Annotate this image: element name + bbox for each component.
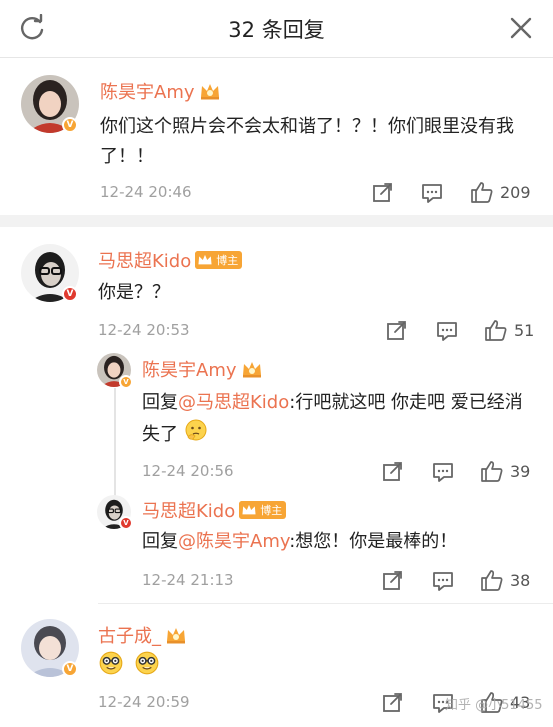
comment-time: 12-24 20:59: [98, 693, 190, 711]
divider: [98, 603, 553, 604]
comment-time: 12-24 20:46: [100, 183, 192, 201]
comment-text: 你是？？: [98, 282, 170, 303]
reply-author[interactable]: 马思超Kido 博主: [142, 497, 287, 523]
nerd-emoji: [134, 650, 160, 686]
like-count: 39: [510, 462, 531, 481]
like-icon[interactable]: [480, 459, 504, 483]
author-name[interactable]: 马思超Kido: [142, 497, 235, 523]
like-count: 209: [500, 183, 531, 202]
blogger-badge: 博主: [239, 501, 287, 519]
watermark: 知乎 @小51455: [445, 698, 543, 713]
section-divider: [0, 215, 553, 227]
mention-link[interactable]: @马思超Kido: [178, 392, 289, 413]
thread-line: [114, 388, 116, 496]
author-name[interactable]: 马思超Kido: [98, 247, 191, 273]
comment-text: [98, 650, 160, 686]
verified-badge-icon: V: [119, 375, 133, 389]
author-name[interactable]: 陈昊宇Amy: [100, 78, 195, 104]
comment-author[interactable]: 马思超Kido 博主: [98, 247, 243, 273]
nerd-emoji: [98, 650, 124, 686]
crown-icon: [195, 251, 216, 269]
share-icon[interactable]: [382, 461, 404, 483]
reply-prefix: 回复: [142, 392, 178, 413]
reply-time: 12-24 20:56: [142, 462, 234, 480]
comment-icon[interactable]: [421, 182, 443, 204]
verified-badge-icon: V: [62, 286, 78, 302]
share-icon[interactable]: [382, 692, 404, 714]
comment-icon[interactable]: [432, 570, 454, 592]
blogger-tag: 博主: [216, 254, 239, 267]
blogger-tag: 博主: [260, 504, 283, 517]
reply-text: 回复@马思超Kido:行吧就这吧 你走吧 爱已经消失了: [142, 388, 534, 452]
blogger-badge: 博主: [195, 251, 243, 269]
author-name[interactable]: 陈昊宇Amy: [142, 356, 237, 382]
like-count: 38: [510, 571, 531, 590]
like-icon[interactable]: [484, 318, 508, 342]
crown-icon: [199, 82, 221, 100]
verified-badge-icon: V: [119, 516, 133, 530]
reply-header: 32 条回复: [0, 0, 553, 58]
comment-author[interactable]: 古子成_: [98, 622, 187, 648]
comment-author[interactable]: 陈昊宇Amy: [100, 78, 221, 104]
reply-author[interactable]: 陈昊宇Amy: [142, 356, 263, 382]
verified-badge-icon: V: [62, 661, 78, 677]
reply-prefix: 回复: [142, 531, 178, 552]
like-icon[interactable]: [480, 568, 504, 592]
reply-body: :想您！你是最棒的！: [289, 531, 458, 552]
page-title: 32 条回复: [228, 18, 325, 42]
comment-text: 你们这个照片会不会太和谐了！？！你们眼里没有我了！！: [100, 116, 514, 167]
verified-badge-icon: V: [62, 117, 78, 133]
share-icon[interactable]: [372, 182, 394, 204]
comment-icon[interactable]: [432, 461, 454, 483]
like-icon[interactable]: [470, 180, 494, 204]
close-icon[interactable]: [507, 14, 535, 42]
comment-time: 12-24 20:53: [98, 321, 190, 339]
reply-time: 12-24 21:13: [142, 571, 234, 589]
like-count: 51: [514, 321, 535, 340]
thinking-emoji: [184, 418, 208, 452]
crown-icon: [165, 626, 187, 644]
share-icon[interactable]: [382, 570, 404, 592]
reply-text: 回复@陈昊宇Amy:想您！你是最棒的！: [142, 527, 534, 557]
crown-icon: [239, 501, 260, 519]
comment-icon[interactable]: [436, 320, 458, 342]
author-name[interactable]: 古子成_: [98, 622, 161, 648]
mention-link[interactable]: @陈昊宇Amy: [178, 531, 289, 552]
share-icon[interactable]: [386, 320, 408, 342]
crown-icon: [241, 360, 263, 378]
